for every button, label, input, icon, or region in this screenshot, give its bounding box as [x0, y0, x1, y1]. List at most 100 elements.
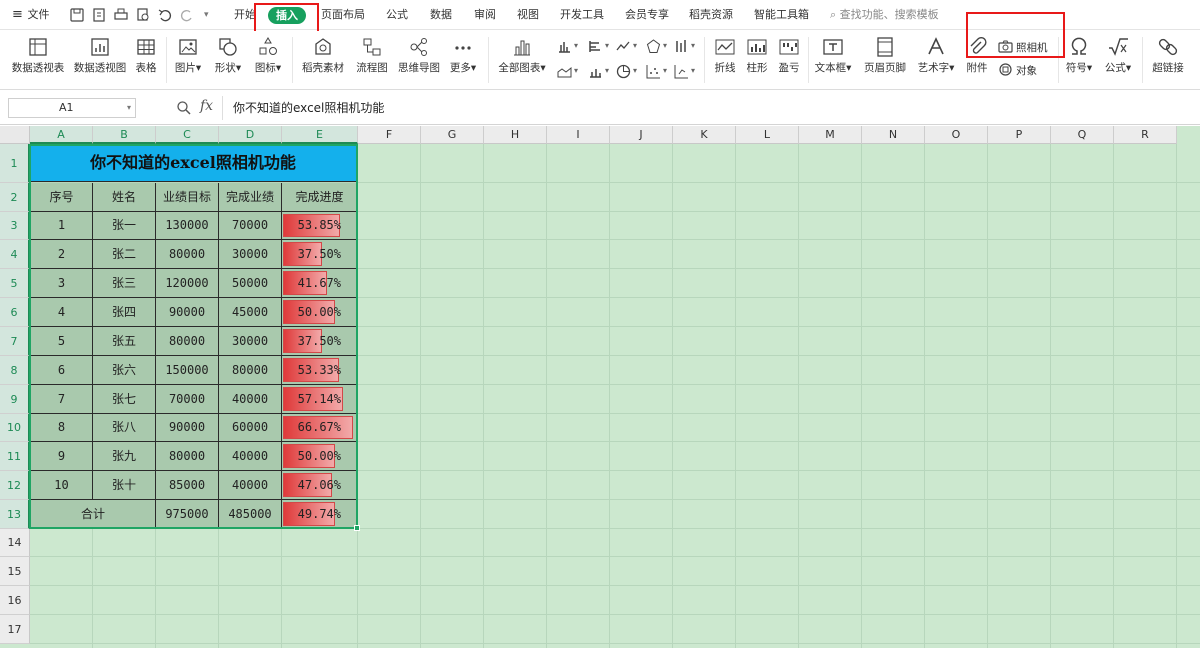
redo-icon[interactable]: [180, 8, 194, 22]
cell-total-done[interactable]: 485000: [219, 500, 282, 529]
progress-cell[interactable]: 50.00%: [282, 298, 358, 327]
tab-formulas[interactable]: 公式: [386, 0, 408, 30]
name-box[interactable]: A1 ▾: [8, 98, 136, 118]
cell-name[interactable]: 张五: [93, 327, 156, 356]
cell-done[interactable]: 40000: [219, 471, 282, 500]
cell-name[interactable]: 张一: [93, 212, 156, 240]
header-footer-button[interactable]: 页眉页脚: [860, 31, 910, 89]
progress-cell[interactable]: 57.14%: [282, 385, 358, 414]
cell-total-label[interactable]: 合计: [30, 500, 156, 529]
row-header-9[interactable]: 9: [0, 385, 30, 414]
more-button[interactable]: 更多▾: [446, 31, 480, 89]
cell-done[interactable]: 30000: [219, 240, 282, 269]
table-header-cell[interactable]: 序号: [30, 183, 93, 212]
symbol-button[interactable]: 符号▾: [1062, 31, 1096, 89]
tab-member[interactable]: 会员专享: [625, 0, 669, 30]
cell-name[interactable]: 张六: [93, 356, 156, 385]
pivot-chart-button[interactable]: 数据透视图: [70, 31, 130, 89]
column-header-d[interactable]: D: [219, 126, 282, 144]
cell-done[interactable]: 40000: [219, 385, 282, 414]
column-header-p[interactable]: P: [988, 126, 1051, 144]
select-all-corner[interactable]: [0, 126, 30, 144]
search-box[interactable]: ⌕ 查找功能、搜索模板: [830, 0, 939, 30]
flowchart-button[interactable]: 流程图: [352, 31, 392, 89]
row-header-13[interactable]: 13: [0, 500, 30, 529]
picture-button[interactable]: 图片▾: [170, 31, 206, 89]
fx-icon[interactable]: fx: [200, 98, 213, 114]
column-header-m[interactable]: M: [799, 126, 862, 144]
quick-access-dropdown-icon[interactable]: ▾: [204, 0, 209, 30]
fill-handle[interactable]: [354, 525, 360, 531]
undo-icon[interactable]: [158, 8, 172, 22]
cell-no[interactable]: 5: [30, 327, 93, 356]
cell-no[interactable]: 6: [30, 356, 93, 385]
column-header-b[interactable]: B: [93, 126, 156, 144]
sparkline-line-button[interactable]: 折线: [710, 31, 740, 89]
cell-target[interactable]: 70000: [156, 385, 219, 414]
cell-no[interactable]: 2: [30, 240, 93, 269]
cell-name[interactable]: 张二: [93, 240, 156, 269]
progress-cell[interactable]: 49.74%: [282, 500, 358, 529]
cell-done[interactable]: 70000: [219, 212, 282, 240]
column-header-h[interactable]: H: [484, 126, 547, 144]
zoom-icon[interactable]: [176, 100, 192, 116]
cell-done[interactable]: 45000: [219, 298, 282, 327]
tab-home[interactable]: 开始: [234, 0, 256, 30]
cell-no[interactable]: 1: [30, 212, 93, 240]
row-header-2[interactable]: 2: [0, 183, 30, 212]
sparkline-winloss-button[interactable]: 盈亏: [774, 31, 804, 89]
tab-review[interactable]: 审阅: [474, 0, 496, 30]
row-header-4[interactable]: 4: [0, 240, 30, 269]
progress-cell[interactable]: 53.33%: [282, 356, 358, 385]
tab-view[interactable]: 视图: [517, 0, 539, 30]
save-icon[interactable]: [70, 8, 84, 22]
column-header-i[interactable]: I: [547, 126, 610, 144]
row-header-1[interactable]: 1: [0, 144, 30, 183]
row-header-8[interactable]: 8: [0, 356, 30, 385]
progress-cell[interactable]: 41.67%: [282, 269, 358, 298]
cell-target[interactable]: 90000: [156, 298, 219, 327]
docer-material-button[interactable]: 稻壳素材: [298, 31, 348, 89]
progress-cell[interactable]: 66.67%: [282, 414, 358, 442]
progress-cell[interactable]: 53.85%: [282, 212, 358, 240]
formula-button[interactable]: 公式▾: [1100, 31, 1136, 89]
row-header-16[interactable]: 16: [0, 586, 30, 615]
cell-done[interactable]: 30000: [219, 327, 282, 356]
progress-cell[interactable]: 50.00%: [282, 442, 358, 471]
table-title[interactable]: 你不知道的excel照相机功能: [29, 144, 357, 182]
column-header-a[interactable]: A: [30, 126, 93, 144]
row-header-5[interactable]: 5: [0, 269, 30, 298]
spreadsheet-grid[interactable]: ABCDEFGHIJKLMNOPQR 1 2 3 4 5 6 7 8 9 10 11 12 13 14 15…: [0, 126, 1200, 648]
shapes-button[interactable]: 形状▾: [210, 31, 246, 89]
row-header-6[interactable]: 6: [0, 298, 30, 327]
progress-cell[interactable]: 37.50%: [282, 240, 358, 269]
cell-no[interactable]: 10: [30, 471, 93, 500]
all-charts-button[interactable]: 全部图表▾: [494, 31, 550, 89]
row-header-3[interactable]: 3: [0, 212, 30, 240]
formula-input[interactable]: 你不知道的excel照相机功能: [222, 96, 1198, 120]
print-icon[interactable]: [114, 8, 128, 22]
row-header-7[interactable]: 7: [0, 327, 30, 356]
hyperlink-button[interactable]: 超链接: [1148, 31, 1188, 89]
tab-docer-resources[interactable]: 稻壳资源: [689, 0, 733, 30]
cell-target[interactable]: 85000: [156, 471, 219, 500]
cell-no[interactable]: 8: [30, 414, 93, 442]
table-header-cell[interactable]: 业绩目标: [156, 183, 219, 212]
cell-target[interactable]: 80000: [156, 442, 219, 471]
column-header-l[interactable]: L: [736, 126, 799, 144]
column-header-c[interactable]: C: [156, 126, 219, 144]
pivot-table-button[interactable]: 数据透视表: [8, 31, 68, 89]
cell-no[interactable]: 4: [30, 298, 93, 327]
tab-page-layout[interactable]: 页面布局: [321, 0, 365, 30]
row-header-12[interactable]: 12: [0, 471, 30, 500]
cell-no[interactable]: 3: [30, 269, 93, 298]
cell-target[interactable]: 130000: [156, 212, 219, 240]
cell-total-target[interactable]: 975000: [156, 500, 219, 529]
cell-target[interactable]: 150000: [156, 356, 219, 385]
cell-target[interactable]: 90000: [156, 414, 219, 442]
column-header-j[interactable]: J: [610, 126, 673, 144]
cell-no[interactable]: 7: [30, 385, 93, 414]
cell-done[interactable]: 50000: [219, 269, 282, 298]
column-header-k[interactable]: K: [673, 126, 736, 144]
table-header-cell[interactable]: 完成业绩: [219, 183, 282, 212]
